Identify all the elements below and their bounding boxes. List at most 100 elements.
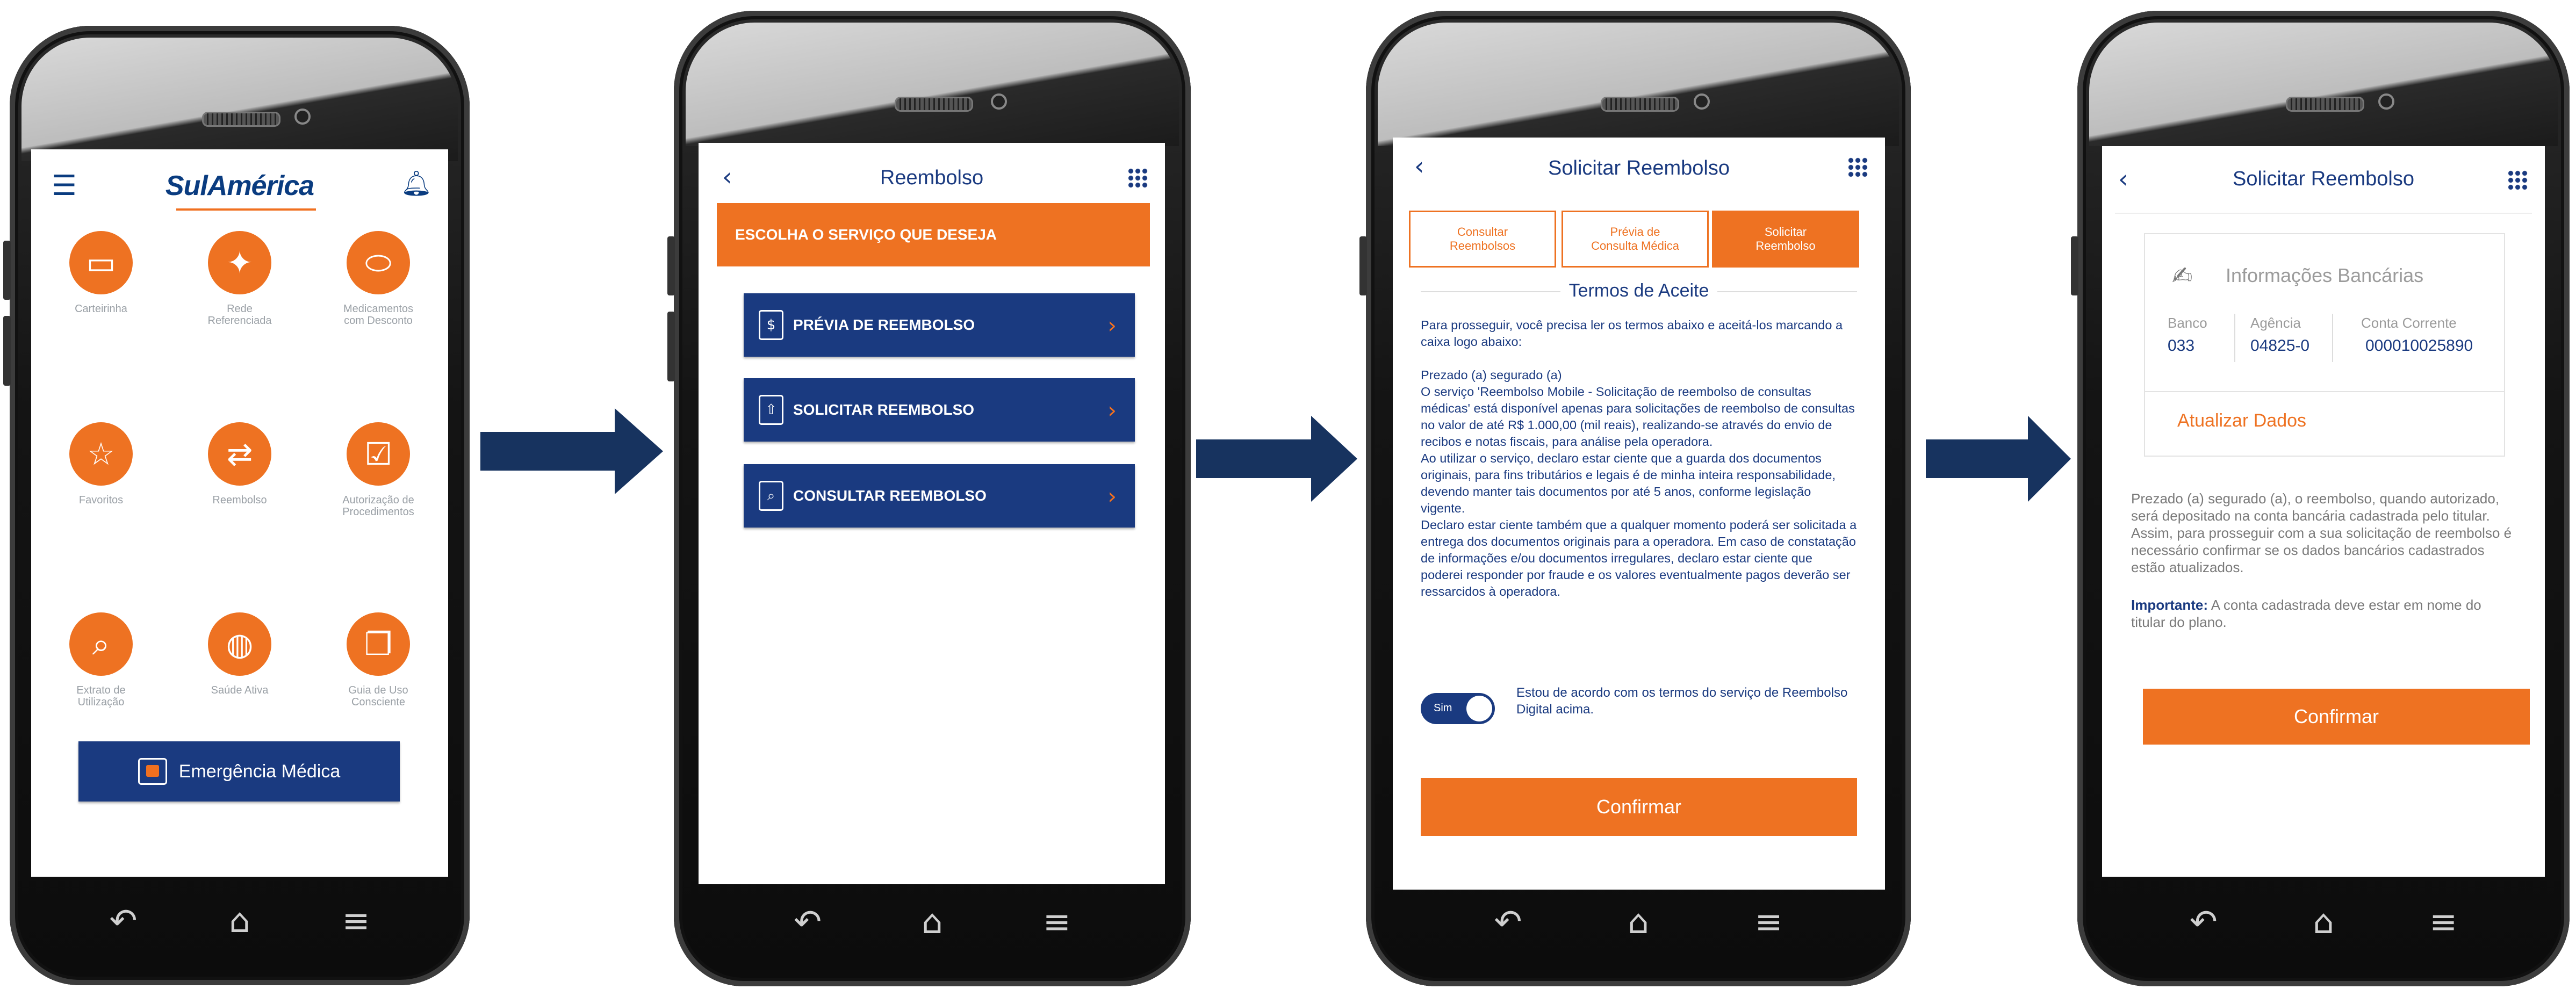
header: ‹ Solicitar Reembolso [2102, 146, 2545, 211]
magnifier-icon: ⌕ [69, 612, 133, 676]
grid-item-6[interactable]: ⌕ Extrato de Utilização [47, 612, 155, 708]
agency-label: Agência [2250, 315, 2301, 331]
flow-arrow-1 [480, 408, 663, 494]
bank-info-card: ✍ Informações Bancárias Banco 033 Agênci… [2144, 233, 2505, 457]
chevron-right-icon: › [1107, 396, 1117, 423]
agency-column: Agência 04825-0 [2250, 315, 2309, 355]
grid-item-8[interactable]: ❐ Guia de Uso Consciente [325, 612, 432, 708]
chevron-right-icon: › [1107, 482, 1117, 509]
confirm-button[interactable]: Confirmar [2143, 689, 2530, 745]
important-label: Importante: [2131, 597, 2208, 613]
emergency-label: Emergência Médica [178, 761, 341, 782]
tab-previa-consulta[interactable]: Prévia de Consulta Médica [1562, 211, 1709, 268]
logo-underline [176, 208, 316, 211]
account-column: Conta Corrente 000010025890 [2361, 315, 2473, 355]
android-nav-bar: ↶ ⌂ ≡ [674, 890, 1191, 954]
screen-dados-bancarios: ‹ Solicitar Reembolso ✍ Informações Banc… [2102, 146, 2545, 877]
update-data-link[interactable]: Atualizar Dados [2177, 410, 2306, 431]
back-nav-icon[interactable]: ↶ [1494, 905, 1522, 939]
grid-item-label: Reembolso [212, 494, 267, 506]
home-nav-icon[interactable]: ⌂ [229, 904, 250, 937]
phone-2: ‹ Reembolso ESCOLHA O SERVIÇO QUE DESEJA… [667, 11, 1191, 986]
book-icon: ❐ [347, 612, 410, 676]
home-nav-icon[interactable]: ⌂ [922, 905, 942, 939]
grid-item-7[interactable]: ◍ Saúde Ativa [186, 612, 293, 696]
bank-value: 033 [2168, 337, 2195, 355]
flow-arrow-2 [1196, 416, 1357, 502]
header: ‹ Solicitar Reembolso [1393, 138, 1885, 202]
service-button-1[interactable]: ⇧ SOLICITAR REEMBOLSO › [744, 378, 1135, 442]
volume-button [667, 236, 675, 295]
grid-item-label: Autorização de Procedimentos [342, 494, 414, 518]
phone-4: ‹ Solicitar Reembolso ✍ Informações Banc… [2071, 11, 2570, 986]
phone-top [686, 23, 1179, 146]
header-divider [2115, 213, 2532, 214]
speaker-grill [202, 112, 280, 127]
important-note: Importante: A conta cadastrada deve esta… [2131, 596, 2513, 631]
terms-text: Para prosseguir, você precisa ler os ter… [1421, 317, 1857, 600]
service-button-0[interactable]: $ PRÉVIA DE REEMBOLSO › [744, 293, 1135, 357]
app-logo: SulAmérica [165, 170, 314, 201]
phone-3: ‹ Solicitar Reembolso Consultar Reembols… [1359, 11, 1911, 986]
menu-nav-icon[interactable]: ≡ [342, 904, 370, 937]
bell-icon[interactable]: 🔔︎ [401, 169, 432, 198]
volume-button [3, 241, 11, 300]
grid-item-0[interactable]: ▭ Carteirinha [47, 231, 155, 315]
front-camera [991, 93, 1007, 110]
service-button-2[interactable]: ⌕ CONSULTAR REEMBOLSO › [744, 464, 1135, 528]
tab-consultar-reembolsos[interactable]: Consultar Reembolsos [1409, 211, 1556, 268]
back-nav-icon[interactable]: ↶ [109, 904, 137, 937]
grid-item-label: Rede Referenciada [207, 303, 272, 327]
menu-nav-icon[interactable]: ≡ [1755, 905, 1783, 939]
search-document-icon: ⌕ [759, 481, 783, 511]
speaker-grill [895, 97, 973, 112]
bank-column: Banco 033 [2168, 315, 2207, 355]
account-value: 000010025890 [2365, 337, 2473, 355]
grid-item-1[interactable]: ✦ Rede Referenciada [186, 231, 293, 327]
card-icon: ▭ [69, 231, 133, 294]
back-nav-icon[interactable]: ↶ [2190, 905, 2218, 939]
android-nav-bar: ↶ ⌂ ≡ [1366, 890, 1911, 954]
card-divider [2145, 391, 2504, 392]
grid-item-label: Guia de Uso Consciente [348, 684, 408, 708]
terms-body: Prezado (a) segurado (a) O serviço 'Reem… [1421, 368, 1857, 598]
confirm-button[interactable]: Confirmar [1421, 778, 1857, 836]
screen-home: ☰ SulAmérica 🔔︎ ▭ Carteirinha ✦ Rede Refere… [31, 149, 448, 877]
back-nav-icon[interactable]: ↶ [794, 905, 822, 939]
grid-item-4[interactable]: ⇄ Reembolso [186, 422, 293, 506]
star-icon: ☆ [69, 422, 133, 486]
power-button [667, 312, 675, 381]
tab-solicitar-reembolso[interactable]: Solicitar Reembolso [1712, 211, 1859, 268]
column-divider [2234, 314, 2235, 362]
grid-item-2[interactable]: ⬭ Medicamentos com Desconto [325, 231, 432, 327]
section-title-text: Termos de Aceite [1560, 280, 1718, 301]
speaker-grill [1601, 97, 1679, 112]
page-title: Solicitar Reembolso [1548, 157, 1730, 179]
accept-toggle[interactable]: Sim [1421, 693, 1495, 724]
grid-item-3[interactable]: ☆ Favoritos [47, 422, 155, 506]
service-label: PRÉVIA DE REEMBOLSO [793, 316, 975, 333]
brazil-map-icon: ✦ [208, 231, 271, 294]
account-label: Conta Corrente [2361, 315, 2457, 331]
grid-item-5[interactable]: ☑ Autorização de Procedimentos [325, 422, 432, 518]
service-banner: ESCOLHA O SERVIÇO QUE DESEJA [717, 203, 1150, 266]
android-nav-bar: ↶ ⌂ ≡ [10, 889, 470, 953]
volume-button [2071, 236, 2078, 295]
apps-grid-icon[interactable] [1847, 157, 1869, 178]
home-nav-icon[interactable]: ⌂ [2313, 905, 2334, 939]
android-nav-bar: ↶ ⌂ ≡ [2077, 890, 2570, 954]
emergency-button[interactable]: Emergência Médica [78, 741, 400, 802]
speaker-grill [2286, 97, 2364, 112]
home-nav-icon[interactable]: ⌂ [1628, 905, 1649, 939]
signature-pen-icon: ✍ [2172, 261, 2193, 290]
apps-grid-icon[interactable] [1127, 168, 1149, 189]
page-title: Reembolso [880, 167, 984, 189]
swap-arrows-icon: ⇄ [208, 422, 271, 486]
menu-nav-icon[interactable]: ≡ [1043, 905, 1071, 939]
bank-label: Banco [2168, 315, 2207, 331]
apps-grid-icon[interactable] [2507, 170, 2529, 191]
phone-top [1378, 23, 1899, 146]
menu-nav-icon[interactable]: ≡ [2429, 905, 2457, 939]
phone-1: ☰ SulAmérica 🔔︎ ▭ Carteirinha ✦ Rede Refere… [3, 26, 470, 985]
bank-info-text: Prezado (a) segurado (a), o reembolso, q… [2131, 490, 2512, 575]
